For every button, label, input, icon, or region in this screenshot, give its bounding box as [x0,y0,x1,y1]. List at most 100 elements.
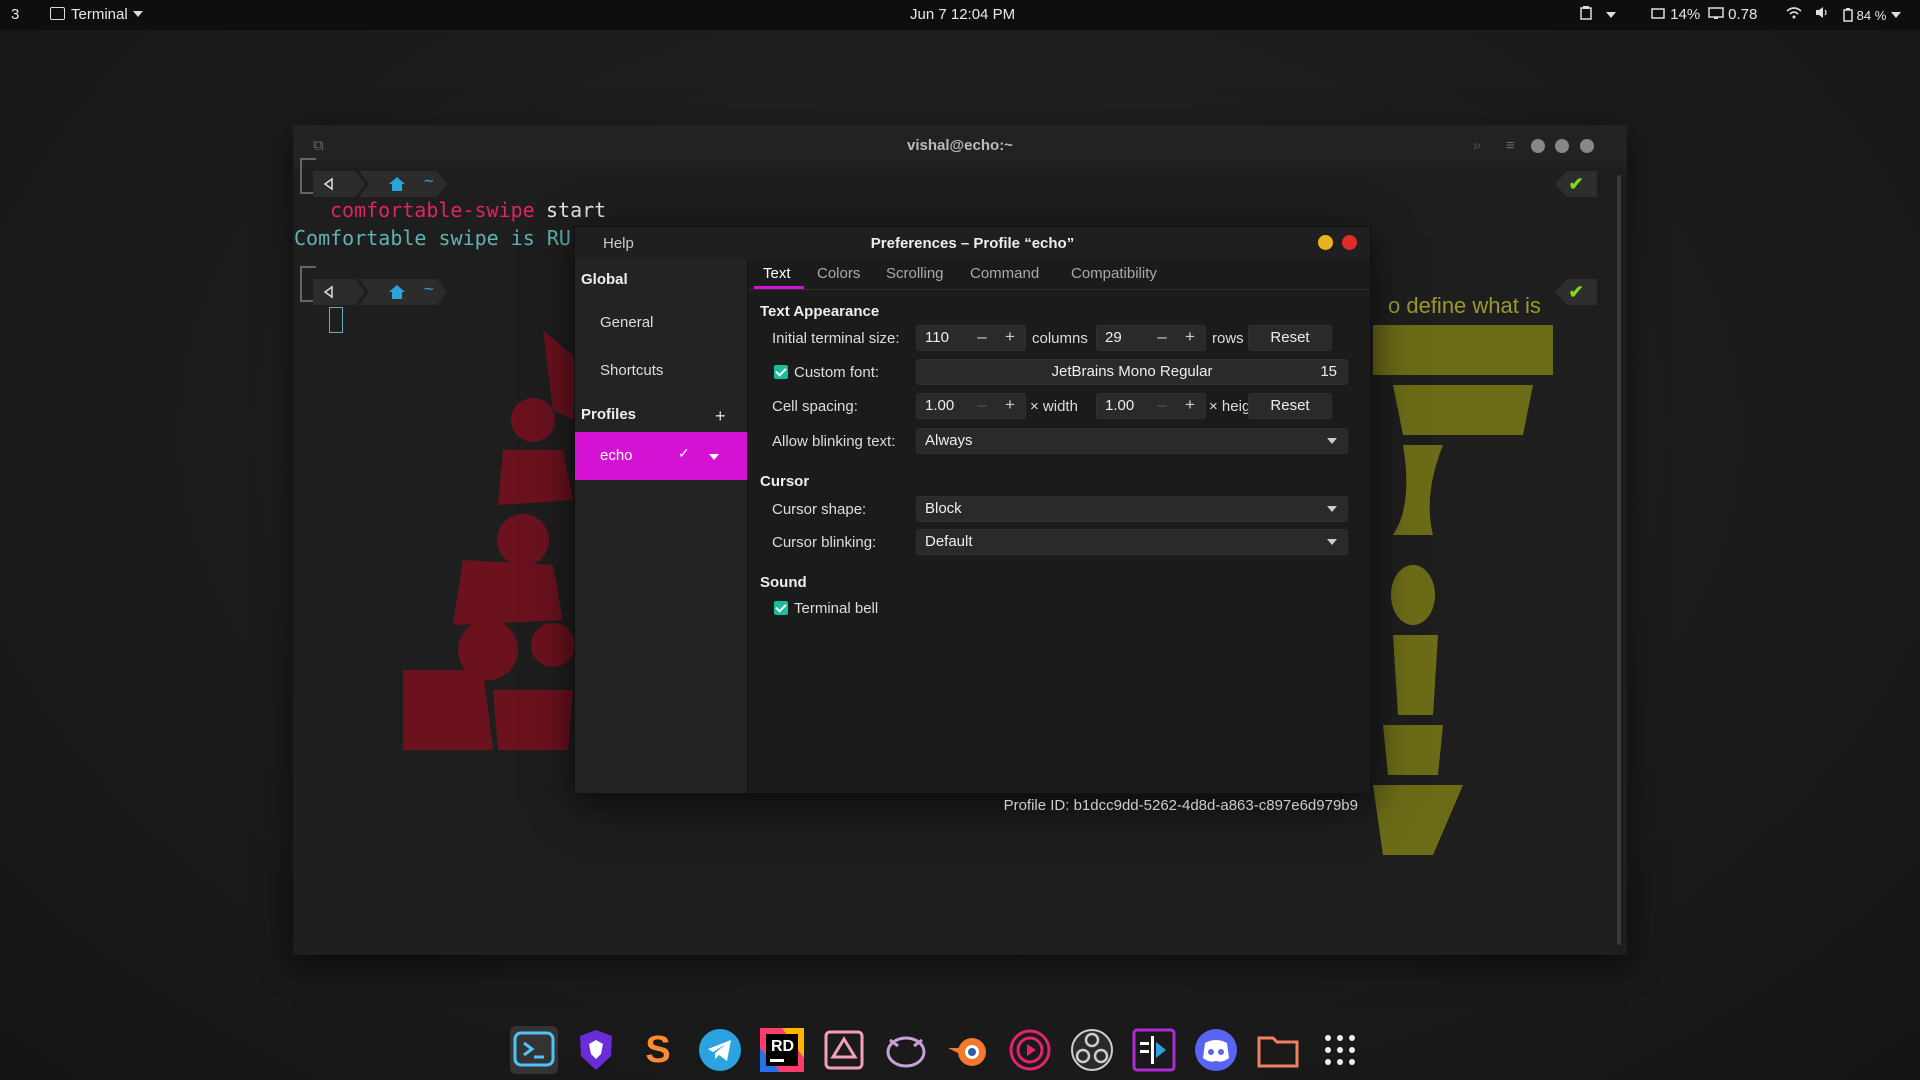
width-spacing-spinner[interactable]: 1.00 – + [916,393,1026,419]
add-profile-button[interactable]: + [715,406,726,427]
custom-font-checkbox[interactable] [774,365,788,379]
tab-text[interactable]: Text [763,265,791,282]
kdenlive-icon[interactable] [1130,1026,1178,1074]
decrement-button[interactable]: – [1149,395,1175,415]
columns-value: 110 [925,329,949,346]
home-icon [389,285,405,299]
columns-spinner[interactable]: 110 – + [916,325,1026,351]
height-value: 1.00 [1105,397,1135,414]
volume-icon[interactable] [1815,6,1829,23]
blender-icon[interactable] [944,1026,992,1074]
chevron-down-icon [1327,506,1337,512]
files-folder-icon[interactable] [1254,1026,1302,1074]
clipboard-icon[interactable] [1580,6,1616,24]
rider-icon[interactable]: RD [758,1026,806,1074]
cpu-indicator[interactable]: 14% [1650,6,1700,23]
telegram-icon[interactable] [696,1026,744,1074]
battery-indicator[interactable]: 84 % [1843,8,1902,23]
section-text-appearance: Text Appearance [760,303,880,320]
section-sound: Sound [760,574,807,591]
cursor-shape-value: Block [925,500,962,517]
profile-id: Profile ID: b1dcc9dd-5262-4d8d-a863-c897… [1003,797,1358,814]
cursor-blinking-dropdown[interactable]: Default [916,529,1348,555]
reset-size-button[interactable]: Reset [1248,325,1332,351]
cursor-blinking-value: Default [925,533,973,550]
chevron-down-icon [1891,12,1902,18]
preferences-dialog[interactable]: Help Preferences – Profile “echo” Global… [574,226,1371,814]
wifi-icon[interactable] [1786,6,1802,23]
decrement-button[interactable]: – [1149,327,1175,347]
terminal-bell-checkbox[interactable] [774,601,788,615]
decrement-button[interactable]: – [969,395,995,415]
rows-unit: rows [1212,330,1244,347]
status-ok: ✔ [1555,171,1597,197]
clock[interactable]: Jun 7 12:04 PM [910,6,1015,23]
preferences-title: Preferences – Profile “echo” [870,235,1075,252]
width-value: 1.00 [925,397,955,414]
minimize-button[interactable] [1531,139,1545,153]
columns-unit: columns [1032,330,1088,347]
sidebar-heading-global: Global [581,271,628,288]
app-grid-icon[interactable] [1316,1026,1364,1074]
tab-command[interactable]: Command [970,265,1039,282]
app-menu-label: Terminal [71,6,128,23]
app-menu[interactable]: Terminal [50,6,143,23]
rows-spinner[interactable]: 29 – + [1096,325,1206,351]
font-name: JetBrains Mono Regular [1051,363,1213,380]
gimp-icon[interactable] [882,1026,930,1074]
battery-icon [1843,8,1853,22]
tab-compatibility[interactable]: Compatibility [1071,265,1157,282]
tab-bar: Text Colors Scrolling Command Compatibil… [748,259,1370,290]
discord-icon[interactable] [1192,1026,1240,1074]
cursor-shape-label: Cursor shape: [772,501,867,518]
maximize-button[interactable] [1555,139,1569,153]
tab-colors[interactable]: Colors [817,265,860,282]
cursor-blinking-label: Cursor blinking: [772,534,877,551]
monitor-icon [1708,7,1724,19]
screen-recorder-icon[interactable] [1006,1026,1054,1074]
height-spacing-spinner[interactable]: 1.00 – + [1096,393,1206,419]
obs-studio-icon[interactable] [1068,1026,1116,1074]
reset-spacing-button[interactable]: Reset [1248,393,1332,419]
terminal-title: vishal@echo:~ [907,137,1013,154]
scrollbar[interactable] [1617,175,1621,945]
chevron-down-icon [1327,539,1337,545]
profile-name: echo [600,447,633,464]
minimize-button[interactable] [1318,235,1333,250]
search-icon[interactable]: ⌕ [1473,137,1481,154]
close-button[interactable] [1342,235,1357,250]
cell-spacing-label: Cell spacing: [772,398,858,415]
increment-button[interactable]: + [997,395,1023,415]
wallpaper-text: o define what is [1388,293,1541,318]
chevron-down-icon [1606,12,1616,18]
cursor-shape-dropdown[interactable]: Block [916,496,1348,522]
sidebar-heading-profiles: Profiles [581,406,637,423]
sidebar-item-general[interactable]: General [600,314,653,331]
sidebar-item-shortcuts[interactable]: Shortcuts [600,362,663,379]
increment-button[interactable]: + [997,327,1023,347]
workspace-indicator[interactable]: 3 [11,6,19,23]
sublime-text-icon[interactable]: S [634,1026,682,1074]
sidebar-item-profile-echo[interactable]: echo ✓ [575,432,747,480]
menu-icon[interactable]: ≡ [1506,137,1515,154]
profile-menu-icon[interactable] [709,454,719,460]
font-size: 15 [1320,363,1337,380]
cpu-value: 14% [1670,6,1701,23]
battery-value: 84 % [1856,8,1887,23]
font-chooser-button[interactable]: JetBrains Mono Regular 15 [916,359,1348,385]
blinking-text-dropdown[interactable]: Always [916,428,1348,454]
command-arg: start [546,198,607,222]
brave-nightly-icon[interactable] [572,1026,620,1074]
increment-button[interactable]: + [1177,395,1203,415]
close-button[interactable] [1580,139,1594,153]
terminal-app-icon[interactable] [510,1026,558,1074]
unity-icon[interactable] [820,1026,868,1074]
increment-button[interactable]: + [1177,327,1203,347]
terminal-bell-label: Terminal bell [794,600,879,617]
tab-scrolling[interactable]: Scrolling [886,265,944,282]
blinking-text-value: Always [925,432,973,449]
status-ok: ✔ [1555,279,1597,305]
top-bar: 3 Terminal Jun 7 12:04 PM 14% 0.78 84 % [0,0,1920,30]
load-indicator[interactable]: 0.78 [1708,6,1757,23]
decrement-button[interactable]: – [969,327,995,347]
